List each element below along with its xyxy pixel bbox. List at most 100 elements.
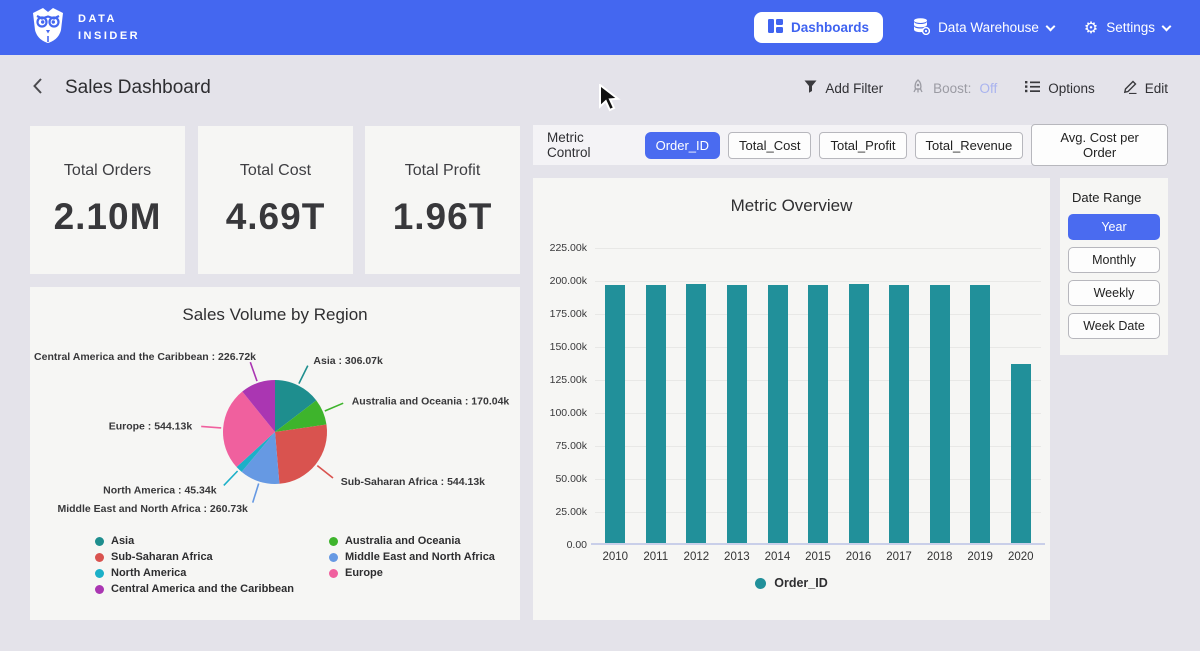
chevron-down-icon: [1045, 21, 1055, 31]
pie-legend-item[interactable]: Asia: [95, 533, 294, 549]
kpi-label: Total Orders: [30, 162, 185, 180]
bar-chart-card: Metric Overview 0.0025.00k50.00k75.00k10…: [533, 178, 1050, 620]
legend-label: Australia and Oceania: [345, 535, 461, 547]
metric-control-label: Metric Control: [547, 130, 631, 160]
settings-menu[interactable]: ⚙ Settings: [1084, 20, 1170, 36]
brand-text: DATA INSIDER: [78, 11, 140, 44]
brand-logo[interactable]: DATA INSIDER: [30, 6, 140, 49]
pie-data-label: Central America and the Caribbean : 226.…: [34, 351, 256, 363]
pie-leader-line: [299, 366, 308, 384]
pie-chart-card: Sales Volume by Region Asia : 306.07kAus…: [30, 287, 520, 620]
legend-label: Order_ID: [774, 576, 828, 590]
metric-option-avg-cost-per-order[interactable]: Avg. Cost per Order: [1031, 124, 1168, 166]
pie-legend: AsiaSub-Saharan Africa North America Centr…: [30, 533, 520, 597]
pie-data-label: North America : 45.34k: [103, 484, 217, 496]
pie-leader-line: [250, 362, 257, 381]
filter-funnel-icon: [804, 80, 817, 96]
bar-2012[interactable]: [686, 284, 706, 543]
gridline: [595, 281, 1041, 282]
pie-legend-item[interactable]: Central America and the Caribbean: [95, 581, 294, 597]
x-axis-tick: 2014: [757, 551, 798, 563]
date-range-weekly-button[interactable]: Weekly: [1068, 280, 1160, 306]
pie-data-label: Middle East and North Africa : 260.73k: [57, 503, 248, 515]
pie-legend-item[interactable]: North America: [95, 565, 294, 581]
x-axis-line: [591, 543, 1045, 545]
bar-2017[interactable]: [889, 285, 909, 543]
pie-leader-line: [224, 471, 238, 485]
gridline: [595, 248, 1041, 249]
x-axis-tick: 2011: [636, 551, 677, 563]
y-axis-tick: 100.00k: [533, 407, 587, 419]
data-warehouse-label: Data Warehouse: [938, 20, 1039, 35]
metric-control-bar: Metric Control Order_ID Total_Cost Total…: [533, 125, 1168, 165]
bar-2014[interactable]: [768, 285, 788, 543]
chevron-down-icon: [1162, 21, 1172, 31]
pie-slice[interactable]: [275, 425, 327, 484]
boost-state: Off: [979, 81, 997, 96]
x-axis-tick: 2017: [879, 551, 920, 563]
kpi-label: Total Cost: [198, 162, 353, 180]
metric-option-total-profit[interactable]: Total_Profit: [819, 132, 906, 159]
options-button[interactable]: Options: [1025, 80, 1095, 96]
bar-2019[interactable]: [970, 285, 990, 543]
back-button[interactable]: [32, 77, 43, 100]
bar-2018[interactable]: [930, 285, 950, 543]
y-axis-tick: 0.00: [533, 539, 587, 551]
add-filter-button[interactable]: Add Filter: [804, 80, 883, 96]
legend-dot: [329, 569, 338, 578]
y-axis-tick: 75.00k: [533, 440, 587, 452]
pencil-icon: [1123, 80, 1137, 97]
page-title: Sales Dashboard: [65, 77, 211, 99]
bar-2010[interactable]: [605, 285, 625, 543]
x-axis-tick: 2018: [919, 551, 960, 563]
x-axis-tick: 2015: [798, 551, 839, 563]
kpi-value: 4.69T: [198, 196, 353, 238]
y-axis-tick: 125.00k: [533, 374, 587, 386]
legend-label: Middle East and North Africa: [345, 551, 495, 563]
dashboard-toolbar: Sales Dashboard Add Filter Boost: Off: [0, 55, 1200, 121]
pie-leader-line: [325, 403, 343, 411]
y-axis-tick: 50.00k: [533, 473, 587, 485]
kpi-card-total-orders: Total Orders 2.10M: [30, 126, 185, 274]
bar-2015[interactable]: [808, 285, 828, 543]
kpi-card-total-profit: Total Profit 1.96T: [365, 126, 520, 274]
pie-data-label: Sub-Saharan Africa : 544.13k: [341, 476, 485, 488]
legend-label: North America: [111, 567, 186, 579]
bar-2016[interactable]: [849, 284, 869, 543]
bar-2013[interactable]: [727, 285, 747, 543]
pie-data-label: Europe : 544.13k: [109, 420, 193, 432]
list-options-icon: [1025, 80, 1040, 96]
bar-2020[interactable]: [1011, 364, 1031, 543]
pie-legend-column: Australia and Oceania Middle East and Nor…: [329, 533, 495, 597]
pie-legend-item[interactable]: Middle East and North Africa: [329, 549, 495, 565]
metric-option-total-revenue[interactable]: Total_Revenue: [915, 132, 1024, 159]
kpi-value: 1.96T: [365, 196, 520, 238]
pie-legend-item[interactable]: Europe: [329, 565, 495, 581]
y-axis-tick: 225.00k: [533, 242, 587, 254]
pie-leader-line: [317, 466, 333, 478]
edit-button[interactable]: Edit: [1123, 80, 1168, 97]
kpi-card-total-cost: Total Cost 4.69T: [198, 126, 353, 274]
x-axis-tick: 2019: [960, 551, 1001, 563]
date-range-week-date-button[interactable]: Week Date: [1068, 313, 1160, 339]
settings-label: Settings: [1106, 20, 1155, 35]
pie-leader-line: [201, 426, 221, 428]
y-axis-tick: 150.00k: [533, 341, 587, 353]
rocket-icon: [911, 79, 925, 97]
top-nav-bar: DATA INSIDER Dashboards: [0, 0, 1200, 55]
legend-dot: [329, 537, 338, 546]
date-range-monthly-button[interactable]: Monthly: [1068, 247, 1160, 273]
pie-legend-item[interactable]: Australia and Oceania: [329, 533, 495, 549]
date-range-year-button[interactable]: Year: [1068, 214, 1160, 240]
pie-legend-item[interactable]: Sub-Saharan Africa: [95, 549, 294, 565]
metric-option-order-id[interactable]: Order_ID: [645, 132, 720, 159]
database-icon: [913, 18, 930, 38]
dashboards-button[interactable]: Dashboards: [754, 12, 883, 43]
y-axis-tick: 25.00k: [533, 506, 587, 518]
metric-option-total-cost[interactable]: Total_Cost: [728, 132, 811, 159]
x-axis-tick: 2013: [717, 551, 758, 563]
data-warehouse-menu[interactable]: Data Warehouse: [913, 18, 1054, 38]
bar-legend: Order_ID: [533, 576, 1050, 590]
bar-2011[interactable]: [646, 285, 666, 543]
boost-toggle[interactable]: Boost: Off: [911, 79, 997, 97]
